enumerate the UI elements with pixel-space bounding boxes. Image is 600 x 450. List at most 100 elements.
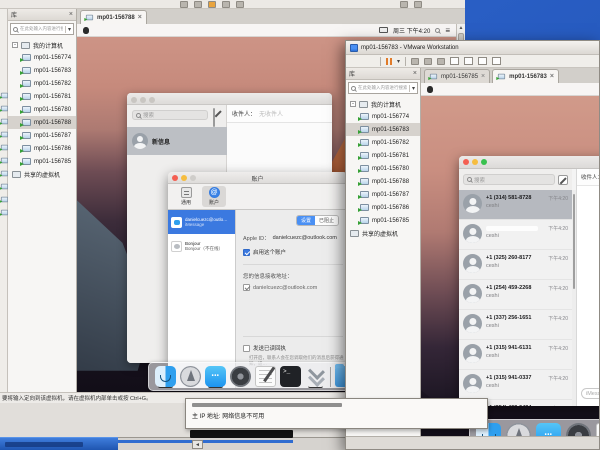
conversation-row[interactable]: +1 (314) 581-8728 ceshi 下午4:20: [459, 190, 572, 220]
close-icon[interactable]: ×: [481, 73, 485, 80]
tree-shared-vms[interactable]: 共享的虚拟机: [8, 168, 76, 180]
clock-icon[interactable]: [236, 1, 244, 8]
unity-icon[interactable]: [492, 57, 501, 65]
snapshot-icon[interactable]: [222, 1, 230, 8]
tab-general[interactable]: 通用: [174, 186, 198, 207]
window-titlebar[interactable]: [127, 93, 332, 105]
messages-icon[interactable]: [205, 366, 226, 387]
minimize-icon[interactable]: [472, 159, 478, 165]
window-titlebar[interactable]: 账户: [168, 172, 347, 184]
vm-tree-item[interactable]: mp01-156780: [346, 162, 420, 175]
library-panel-header[interactable]: 库 ×: [346, 68, 420, 80]
segment-settings[interactable]: 设置: [297, 216, 315, 225]
fullscreen-icon[interactable]: [478, 57, 487, 65]
chevron-down-icon[interactable]: [65, 26, 71, 33]
vm-tree-item[interactable]: mp01-156786: [346, 201, 420, 214]
vm-tab[interactable]: mp01-156785 ×: [424, 69, 490, 83]
checkbox-address[interactable]: [243, 284, 250, 291]
conversation-row[interactable]: ceshi 下午4:20: [459, 220, 572, 250]
checkbox-read-receipts[interactable]: [243, 345, 250, 352]
expander-icon[interactable]: [350, 101, 356, 107]
minimize-icon[interactable]: [140, 97, 146, 103]
vm-tree-item[interactable]: mp01-156780: [8, 103, 76, 116]
vm-tree-item[interactable]: mp01-156787: [346, 188, 420, 201]
search-field[interactable]: 搜索: [132, 110, 208, 120]
conversation-row[interactable]: +1 (337) 256-1651 ceshi 下午4:20: [459, 310, 572, 340]
to-placeholder[interactable]: 无收件人: [259, 109, 283, 118]
segment-blocked[interactable]: 已阻止: [315, 216, 338, 225]
close-icon[interactable]: ×: [69, 12, 73, 18]
pause-icon[interactable]: [208, 1, 216, 8]
zoom-icon[interactable]: [481, 159, 487, 165]
scrollbar-thumb[interactable]: [573, 194, 575, 289]
vm-tree-item[interactable]: mp01-156783: [8, 64, 76, 77]
expander-icon[interactable]: [12, 42, 18, 48]
vm-tree-item[interactable]: mp01-156785: [8, 155, 76, 168]
close-icon[interactable]: ×: [413, 71, 417, 77]
imessage-input[interactable]: iMessage: [581, 388, 600, 399]
tree-shared-vms[interactable]: 共享的虚拟机: [346, 227, 420, 239]
layout-icon[interactable]: [464, 57, 473, 65]
clock-icon[interactable]: [424, 58, 432, 65]
window-titlebar[interactable]: mp01-156783 - VMware Workstation: [346, 41, 599, 55]
close-icon[interactable]: [131, 97, 137, 103]
scroll-left-icon[interactable]: [192, 440, 203, 449]
layout-icon[interactable]: [414, 1, 422, 8]
vm-tree-item[interactable]: mp01-156774: [346, 110, 420, 123]
chevron-down-icon[interactable]: [409, 85, 415, 92]
tab-accounts[interactable]: @ 账户: [202, 186, 226, 207]
close-icon[interactable]: [463, 159, 469, 165]
finder-icon[interactable]: [155, 366, 176, 387]
conversation-row[interactable]: +1 (254) 459-2268 ceshi 下午4:20: [459, 280, 572, 310]
display-icon[interactable]: [379, 27, 388, 33]
toolbar-icon[interactable]: [400, 1, 408, 8]
account-row[interactable]: Bonjour Bonjour（不在线）: [168, 234, 235, 258]
library-search[interactable]: 在此处输入内容进行搜索: [348, 82, 418, 94]
vm-tree-item[interactable]: mp01-156788: [8, 116, 76, 129]
spotlight-icon[interactable]: [435, 28, 440, 33]
compose-icon[interactable]: [558, 175, 568, 185]
apple-icon[interactable]: [83, 27, 89, 34]
send-icon[interactable]: [411, 58, 419, 65]
compose-icon[interactable]: [213, 108, 215, 127]
vm-tree-item[interactable]: mp01-156787: [8, 129, 76, 142]
system-preferences-icon[interactable]: [230, 366, 251, 387]
new-message-row[interactable]: 新信息: [127, 127, 227, 155]
conversation-row[interactable]: +1 (315) 941-6131 ceshi 下午4:20: [459, 340, 572, 370]
apple-icon[interactable]: [427, 86, 433, 93]
vm-tree-item[interactable]: mp01-156783: [346, 123, 420, 136]
chevron-down-icon[interactable]: [397, 58, 400, 65]
toolbar-icon[interactable]: [194, 1, 202, 8]
window-titlebar[interactable]: [459, 156, 600, 169]
conversation-row[interactable]: +1 (315) 941-0337 ceshi 下午4:20: [459, 370, 572, 400]
tree-root-my-computer[interactable]: 我的计算机: [346, 98, 420, 110]
divider-icon[interactable]: [330, 367, 331, 387]
library-search[interactable]: 在此处输入内容进行搜索: [10, 23, 74, 35]
layout-icon[interactable]: [450, 57, 459, 65]
vm-tree-item[interactable]: mp01-156781: [8, 90, 76, 103]
textedit-icon[interactable]: [255, 366, 276, 387]
vm-tab[interactable]: mp01-156783 ×: [492, 69, 559, 83]
account-row[interactable]: danielcuezc@outlo… iMessage: [168, 210, 235, 234]
notification-center-icon[interactable]: [445, 26, 450, 35]
tab-mp01-156788[interactable]: mp01-156788 ×: [80, 10, 147, 24]
vm-tree-item[interactable]: mp01-156782: [346, 136, 420, 149]
toolbar-icon[interactable]: [180, 1, 188, 8]
zoom-icon[interactable]: [149, 97, 155, 103]
close-icon[interactable]: ×: [550, 73, 554, 80]
conversation-row[interactable]: +1 (325) 260-8177 ceshi 下午4:20: [459, 250, 572, 280]
pause-icon[interactable]: [386, 58, 392, 65]
terminal-icon[interactable]: [280, 366, 301, 387]
search-field[interactable]: 搜索: [463, 174, 555, 185]
vm-tree-item[interactable]: mp01-156785: [346, 214, 420, 227]
windows-taskbar-button[interactable]: [0, 437, 118, 450]
close-icon[interactable]: ×: [138, 14, 142, 21]
segmented-control[interactable]: 设置 已阻止: [296, 215, 339, 226]
menubar-clock[interactable]: 周三 下午4:20: [393, 26, 430, 35]
vm-tree-item[interactable]: mp01-156786: [8, 142, 76, 155]
snapshot-icon[interactable]: [437, 58, 445, 65]
downloads-icon[interactable]: [305, 366, 326, 387]
launchpad-icon[interactable]: [180, 366, 201, 387]
library-panel-header[interactable]: 库 ×: [8, 9, 76, 21]
vm-tree-item[interactable]: mp01-156788: [346, 175, 420, 188]
